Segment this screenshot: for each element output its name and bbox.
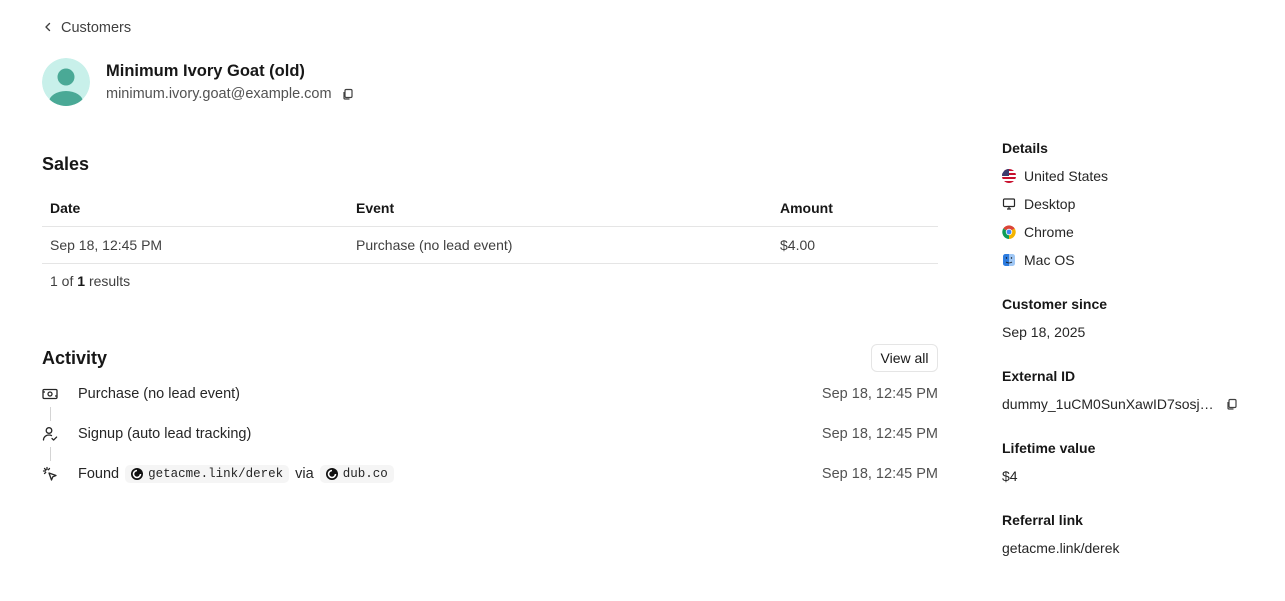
table-header-row: Date Event Amount xyxy=(42,190,938,227)
cursor-rays-icon xyxy=(42,466,58,482)
external-id-label: External ID xyxy=(1002,368,1076,384)
back-link[interactable]: Customers xyxy=(43,19,131,37)
column-header-event[interactable]: Event xyxy=(348,190,772,227)
activity-time: Sep 18, 12:45 PM xyxy=(821,386,938,402)
user-check-icon xyxy=(42,426,58,442)
referral-link-value[interactable]: getacme.link/derek xyxy=(1002,538,1252,558)
customer-since-label: Customer since xyxy=(1002,296,1108,312)
lifetime-value: $4 xyxy=(1002,468,1018,484)
device-value: Desktop xyxy=(1024,196,1076,212)
activity-item: Signup (auto lead tracking) Sep 18, 12:4… xyxy=(42,424,938,444)
activity-text: Signup (auto lead tracking) xyxy=(78,426,252,442)
customer-email: minimum.ivory.goat@example.com xyxy=(106,86,332,102)
sales-table: Date Event Amount Sep 18, 12:45 PM Purch… xyxy=(42,190,938,264)
avatar xyxy=(42,58,90,106)
details-label: Details xyxy=(1002,140,1048,156)
details-panel: Details United States Desktop Chrome Mac… xyxy=(1002,138,1252,558)
lifetime-value-label: Lifetime value xyxy=(1002,440,1096,456)
activity-time: Sep 18, 12:45 PM xyxy=(821,466,938,482)
table-row[interactable]: Sep 18, 12:45 PM Purchase (no lead event… xyxy=(42,226,938,264)
column-header-date[interactable]: Date xyxy=(42,190,348,227)
sale-event: Purchase (no lead event) xyxy=(348,226,772,264)
results-count: 1 of 1 results xyxy=(50,273,131,289)
monitor-icon xyxy=(1002,198,1016,210)
sales-title: Sales xyxy=(42,154,90,174)
customer-since-value: Sep 18, 2025 xyxy=(1002,324,1086,340)
dub-logo-icon xyxy=(325,468,338,480)
referral-link-label: Referral link xyxy=(1002,512,1083,528)
column-header-amount[interactable]: Amount xyxy=(772,190,938,227)
copy-icon xyxy=(1227,398,1237,410)
activity-item: Found getacme.link/derek via dub.co Sep … xyxy=(42,464,938,484)
money-icon xyxy=(42,386,58,402)
country-row: United States xyxy=(1002,166,1252,186)
external-id-value: dummy_1uCM0SunXawID7sosjl... xyxy=(1002,396,1214,412)
link-chip[interactable]: getacme.link/derek xyxy=(125,465,290,483)
browser-value: Chrome xyxy=(1024,224,1074,240)
chevron-left-icon xyxy=(43,20,53,36)
finder-icon xyxy=(1003,254,1015,266)
link-chip-label: getacme.link/derek xyxy=(148,467,284,481)
activity-via-label: via xyxy=(295,466,314,482)
timeline-connector xyxy=(50,447,51,461)
country-value: United States xyxy=(1024,168,1109,184)
device-row: Desktop xyxy=(1002,194,1252,214)
customer-profile: Minimum Ivory Goat (old) minimum.ivory.g… xyxy=(42,58,356,106)
sale-date: Sep 18, 12:45 PM xyxy=(42,226,348,264)
activity-found-label: Found xyxy=(78,466,120,482)
domain-chip-label: dub.co xyxy=(342,467,388,481)
chrome-icon xyxy=(1002,225,1016,239)
browser-row: Chrome xyxy=(1002,222,1252,242)
back-link-label: Customers xyxy=(61,20,132,36)
copy-icon xyxy=(342,88,353,100)
customer-name: Minimum Ivory Goat (old) xyxy=(106,62,305,80)
activity-time: Sep 18, 12:45 PM xyxy=(821,426,938,442)
sale-amount: $4.00 xyxy=(772,226,938,264)
copy-email-button[interactable] xyxy=(340,86,356,102)
os-value: Mac OS xyxy=(1024,252,1075,268)
dub-logo-icon xyxy=(131,468,144,480)
activity-item: Purchase (no lead event) Sep 18, 12:45 P… xyxy=(42,384,938,404)
us-flag-icon xyxy=(1002,169,1016,183)
activity-title: Activity xyxy=(42,348,108,368)
os-row: Mac OS xyxy=(1002,250,1252,270)
timeline-connector xyxy=(50,407,51,421)
view-all-button[interactable]: View all xyxy=(871,344,938,372)
copy-external-id-button[interactable] xyxy=(1224,396,1240,412)
activity-text: Purchase (no lead event) xyxy=(78,386,241,402)
domain-chip[interactable]: dub.co xyxy=(319,465,394,483)
